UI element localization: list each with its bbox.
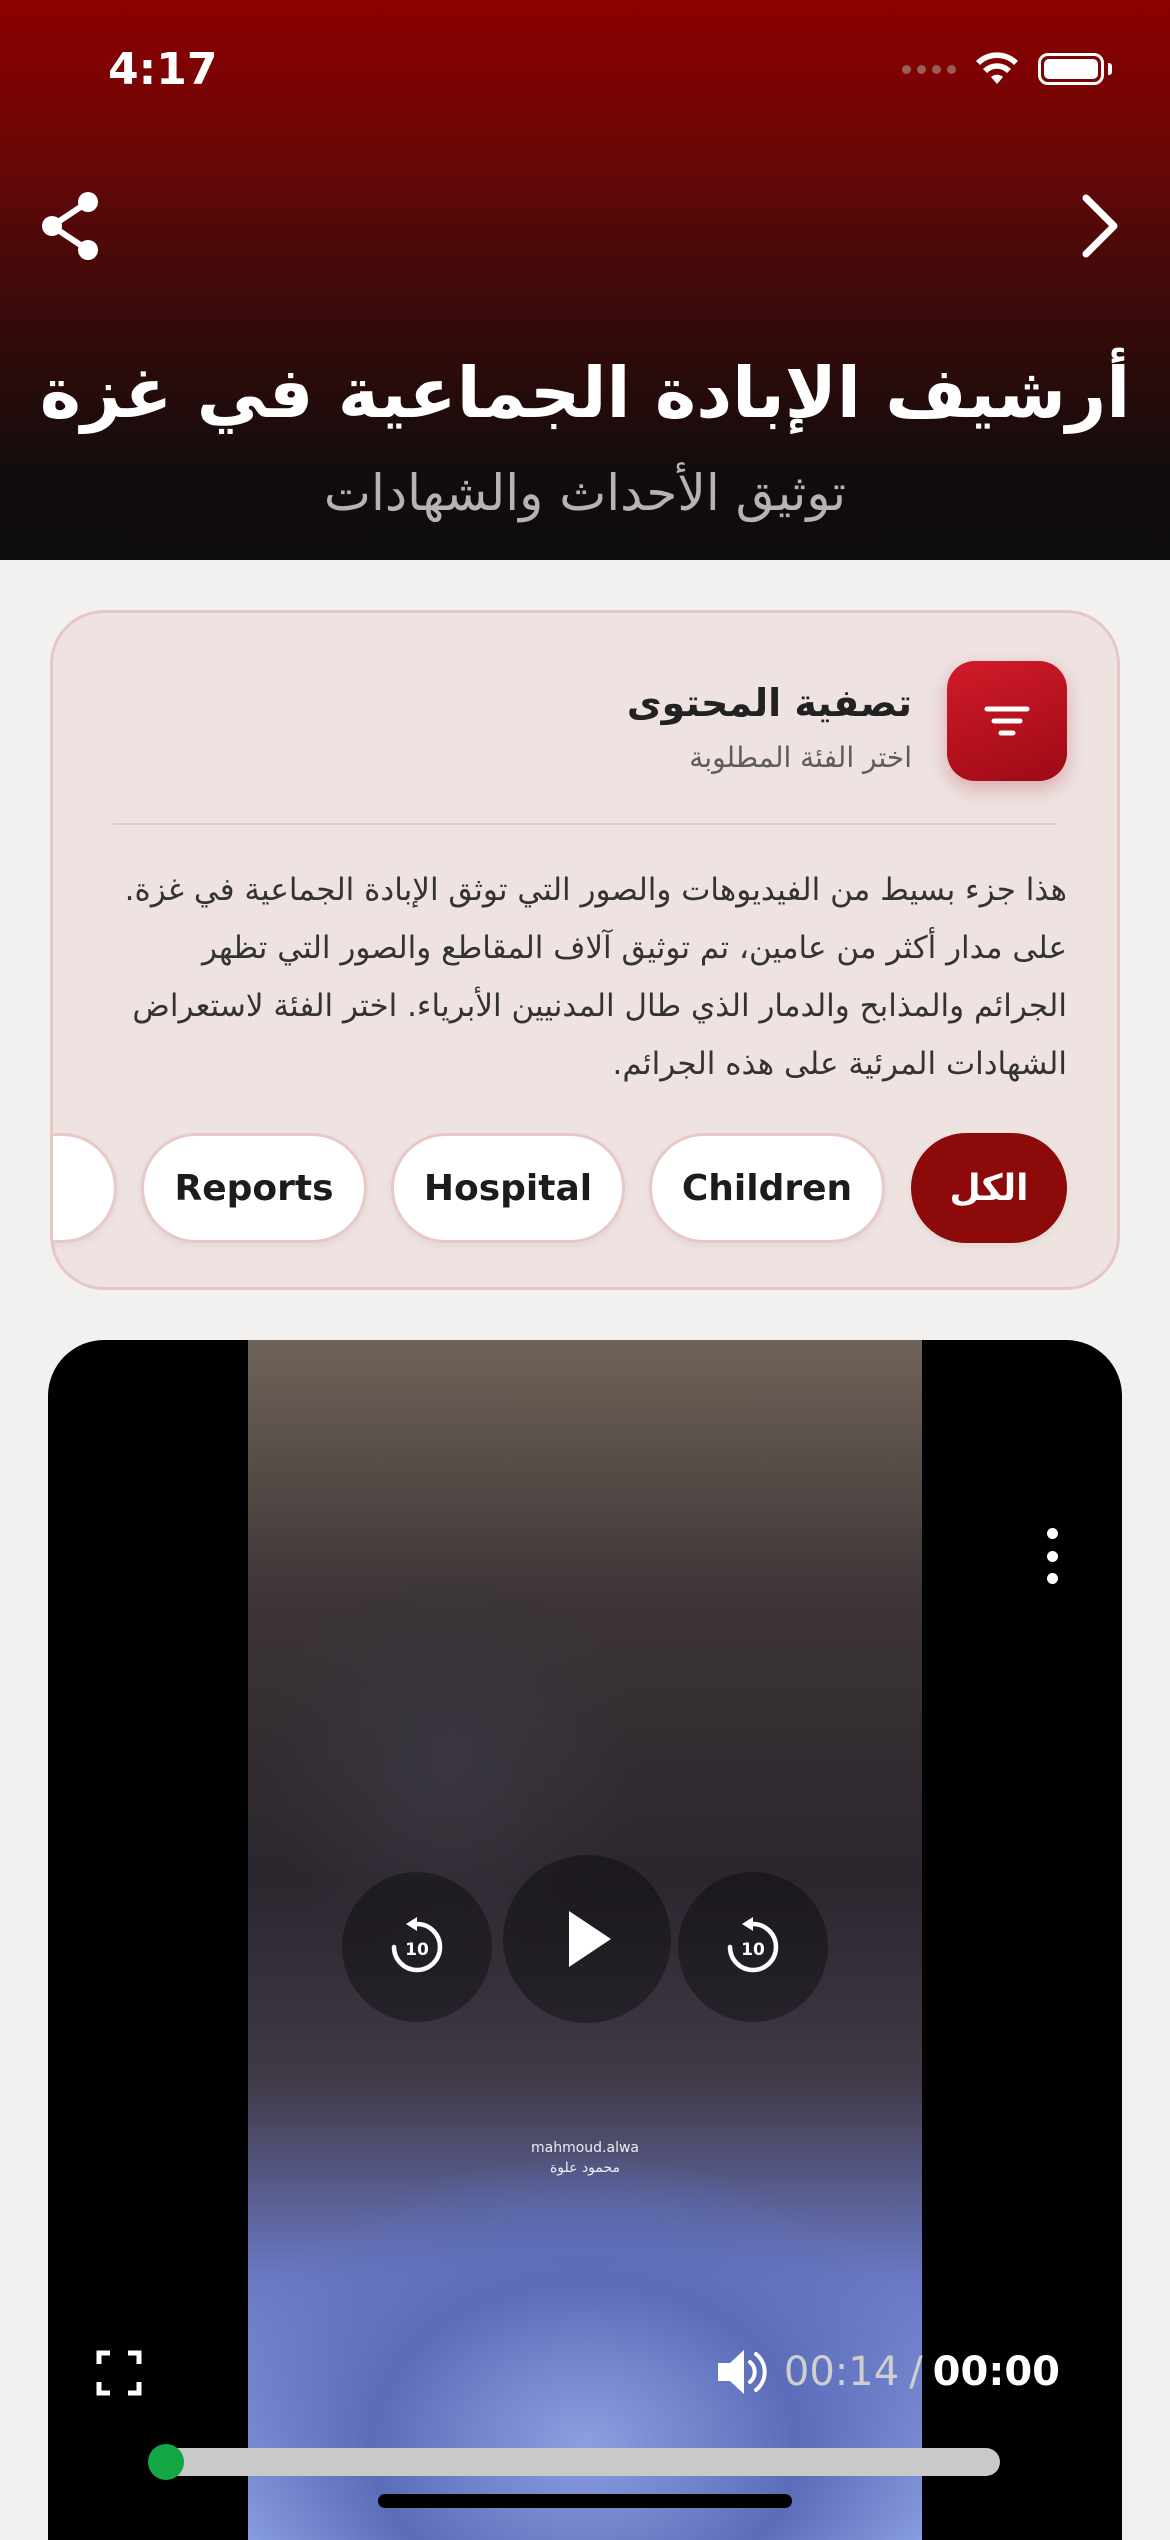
- filter-title: تصفية المحتوى: [626, 681, 912, 725]
- forward-button[interactable]: 10: [678, 1872, 828, 2022]
- filter-button[interactable]: [947, 661, 1067, 781]
- category-pill-partial[interactable]: [53, 1133, 117, 1243]
- share-icon[interactable]: [40, 190, 104, 262]
- more-options-icon[interactable]: [1042, 1528, 1062, 1584]
- chevron-right-icon[interactable]: [1070, 190, 1130, 262]
- page-subtitle: توثيق الأحداث والشهادات: [323, 464, 847, 522]
- video-time: 00:14 / 00:00: [716, 2346, 1060, 2398]
- filter-icon: [984, 706, 1030, 736]
- filter-card: تصفية المحتوى اختر الفئة المطلوبة هذا جز…: [50, 610, 1120, 1290]
- wifi-icon: [976, 52, 1018, 84]
- status-icons: [902, 52, 1112, 86]
- forward-10-icon: 10: [727, 1917, 779, 1973]
- category-pill-children[interactable]: Children: [649, 1133, 885, 1243]
- play-button[interactable]: [503, 1855, 671, 2023]
- category-pill-all[interactable]: الكل: [911, 1133, 1067, 1243]
- rewind-10-icon: 10: [391, 1917, 443, 1973]
- home-indicator: [378, 2494, 792, 2508]
- filter-subtitle: اختر الفئة المطلوبة: [689, 741, 912, 774]
- category-pill-hospital[interactable]: Hospital: [391, 1133, 625, 1243]
- volume-icon[interactable]: [716, 2346, 774, 2398]
- rewind-seconds: 10: [405, 1940, 429, 1960]
- progress-knob[interactable]: [148, 2444, 184, 2480]
- page-title: أرشيف الإبادة الجماعية في غزة: [39, 352, 1131, 434]
- category-pills: الكل Children Hospital Reports: [53, 1133, 1117, 1249]
- progress-bar[interactable]: [150, 2448, 1000, 2476]
- forward-seconds: 10: [741, 1940, 765, 1960]
- current-time: 00:14: [783, 2349, 900, 2395]
- app-header: 4:17 أرشيف الإبادة الجماعية في غزة توثيق…: [0, 0, 1170, 560]
- watermark-line-2: محمود علوة: [549, 2160, 621, 2176]
- play-icon: [569, 1911, 611, 1967]
- video-watermark: mahmoud.alwa محمود علوة: [248, 2138, 922, 2178]
- status-time: 4:17: [108, 44, 218, 95]
- battery-tip: [1108, 63, 1112, 75]
- total-time: 00:00: [932, 2349, 1060, 2395]
- fullscreen-icon[interactable]: [96, 2350, 142, 2396]
- signal-icon: [902, 64, 956, 74]
- rewind-button[interactable]: 10: [342, 1872, 492, 2022]
- time-separator: /: [909, 2349, 923, 2395]
- filter-description: هذا جزء بسيط من الفيديوهات والصور التي ت…: [124, 872, 1067, 1082]
- category-pill-reports[interactable]: Reports: [141, 1133, 367, 1243]
- divider: [113, 823, 1057, 825]
- watermark-line-1: mahmoud.alwa: [530, 2140, 639, 2156]
- battery-icon: [1038, 53, 1104, 85]
